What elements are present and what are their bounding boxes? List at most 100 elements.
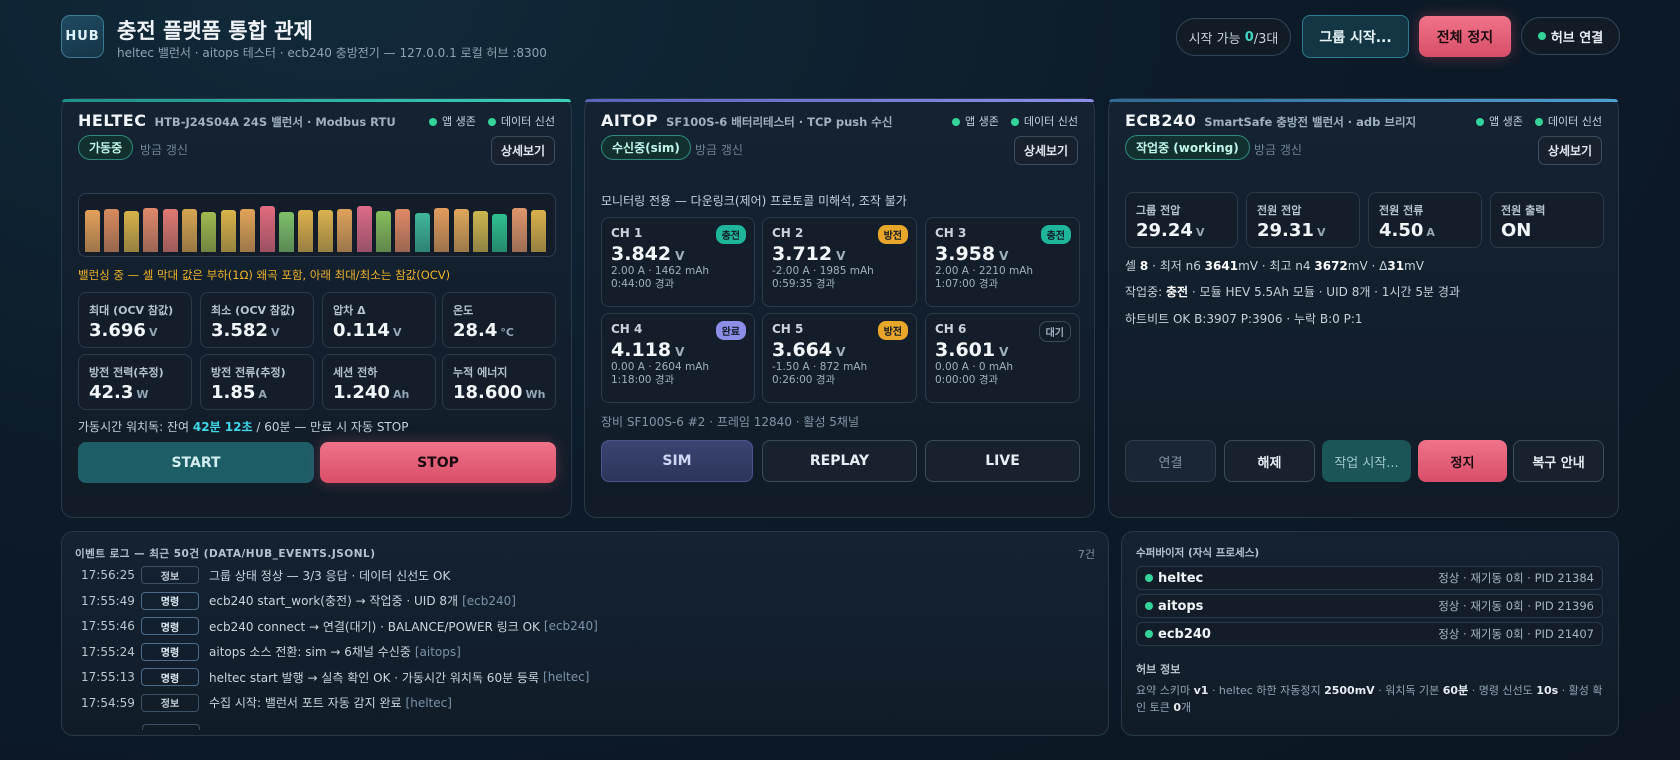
status-dot-icon (487, 118, 496, 126)
cell-bar-18 (414, 213, 430, 252)
log-row: 17:55:49 명령 ecb240 start_work(충전) → 작업중 · … (79, 591, 516, 611)
heltec-header: HELTEC HTB-J24S04A 24S 밸런서 · Modbus RTU (78, 111, 396, 130)
cell-bar-19 (434, 208, 450, 252)
ecb240-alive-status: 앱 생존 (1476, 113, 1523, 129)
log-row: 17:55:13 명령 heltec start 발행 → 실측 확인 OK · 가… (79, 667, 589, 687)
log-time: 17:55:24 (81, 644, 135, 659)
channel-status-badge: 방전 (877, 321, 908, 340)
ecb240-stat-supply-output: 전원 출력 ON (1490, 192, 1604, 248)
cell-bar-8 (220, 210, 236, 252)
channel-status-badge: 방전 (877, 225, 908, 244)
heltec-stop-button[interactable]: STOP (320, 442, 556, 483)
aitop-fresh-status: 데이터 신선 (1010, 113, 1078, 129)
supervisor-process-heltec: heltec 정상 · 재기동 0회 · PID 21384 (1136, 566, 1603, 590)
stop-all-button[interactable]: 전체 정지 (1419, 16, 1511, 57)
channel-voltage: 3.664 V (772, 339, 846, 361)
cell-bar-22 (492, 214, 508, 252)
aitop-replay-button[interactable]: REPLAY (762, 440, 917, 482)
aitop-channel-card-3: CH 3 충전 3.958 V 2.00 A · 2210 mAh 1:07:00 경과 (925, 217, 1080, 307)
cell-bar-23 (511, 208, 527, 252)
aitop-refresh-text: 방금 갱신 (695, 143, 743, 157)
aitop-name: AITOP (601, 111, 659, 130)
start-available-total: /3대 (1253, 31, 1279, 47)
heltec-refresh-text: 방금 갱신 (140, 143, 188, 157)
heltec-stat-charge: 세션 전하 1.240 Ah (322, 354, 436, 410)
log-source: [ecb240] (543, 619, 598, 633)
cell-bar-15 (356, 206, 372, 252)
ecb240-release-button[interactable]: 해제 (1224, 440, 1315, 482)
group-start-button[interactable]: 그룹 시작... (1302, 15, 1409, 58)
ecb240-recover-button[interactable]: 복구 안내 (1513, 440, 1604, 482)
channel-voltage: 3.842 V (611, 243, 685, 265)
cell-bar-3 (123, 211, 139, 252)
aitop-header: AITOP SF100S-6 배터리테스터 · TCP push 수신 (601, 111, 892, 130)
channel-voltage: 3.601 V (935, 339, 1009, 361)
cell-bar-12 (298, 210, 314, 252)
channel-voltage: 4.118 V (611, 339, 685, 361)
status-dot-icon (1010, 118, 1019, 126)
hub-connection-label: 허브 연결 (1550, 30, 1604, 46)
ecb240-work-line: 작업중: 충전 · 모듈 HEV 5.5Ah 모듈 · UID 8개 · 1시간… (1125, 285, 1460, 299)
channel-elapsed: 0:00:00 경과 (935, 374, 999, 386)
ecb240-connect-button[interactable]: 연결 (1125, 440, 1216, 482)
ecb240-stat-group-voltage: 그룹 전압 29.24 V (1125, 192, 1238, 248)
aitop-panel: AITOP SF100S-6 배터리테스터 · TCP push 수신 앱 생존 데… (584, 98, 1095, 518)
cell-bar-2 (104, 209, 120, 252)
heltec-start-button[interactable]: START (78, 442, 314, 483)
hub-info-title: 허브 정보 (1136, 663, 1181, 676)
log-kind-badge: 명령 (141, 617, 199, 635)
cell-bar-4 (143, 208, 159, 252)
ecb240-state-badge: 작업중 (working) (1125, 135, 1250, 160)
channel-status-badge: 완료 (715, 321, 746, 340)
channel-elapsed: 1:07:00 경과 (935, 278, 999, 290)
log-source: [ecb240] (462, 593, 516, 608)
log-source: [aitops] (414, 644, 461, 659)
log-message: heltec start 발행 → 실측 확인 OK · 가동시간 워치독 60… (209, 670, 540, 685)
hub-connection-badge[interactable]: 허브 연결 (1521, 17, 1620, 55)
heltec-detail-button[interactable]: 상세보기 (491, 136, 555, 165)
channel-elapsed: 1:18:00 경과 (611, 374, 675, 386)
channel-current-capacity: 0.00 A · 2604 mAh (611, 361, 710, 373)
channel-current-capacity: -2.00 A · 1985 mAh (772, 265, 874, 277)
aitop-detail-button[interactable]: 상세보기 (1014, 136, 1078, 165)
hub-logo: HUB (61, 15, 104, 58)
start-available-badge: 시작 가능 0/3대 (1176, 18, 1291, 56)
aitop-channel-card-1: CH 1 충전 3.842 V 2.00 A · 1462 mAh 0:44:00 경과 (601, 217, 755, 307)
log-time: 17:54:59 (81, 695, 135, 710)
log-source: [heltec] (543, 670, 590, 684)
log-message: aitops 소스 전환: sim → 6채널 수신중 (209, 645, 411, 659)
aitop-footer: 장비 SF100S-6 #2 · 프레임 12840 · 활성 5채널 (601, 415, 860, 429)
cell-bar-1 (85, 210, 100, 252)
channel-current-capacity: -1.50 A · 872 mAh (772, 361, 868, 373)
aitop-channel-card-4: CH 4 완료 4.118 V 0.00 A · 2604 mAh 1:18:00 경과 (601, 313, 755, 403)
log-kind-badge: 정보 (141, 693, 199, 712)
heltec-stat-power: 방전 전력(추정) 42.3 W (78, 354, 192, 410)
log-time: 17:55:13 (81, 670, 135, 684)
heltec-panel: HELTEC HTB-J24S04A 24S 밸런서 · Modbus RTU 앱… (61, 98, 572, 518)
event-log-count: 7건 (1077, 548, 1095, 561)
heltec-stat-delta: 압차 Δ 0.114 V (322, 292, 436, 348)
cell-bar-21 (473, 211, 488, 252)
channel-voltage: 3.958 V (935, 243, 1009, 265)
log-row: 17:55:46 명령 ecb240 connect → 연결(대기) · BALA… (79, 616, 598, 636)
supervisor-process-ecb240: ecb240 정상 · 재기동 0회 · PID 21407 (1136, 622, 1603, 646)
cell-bar-17 (395, 209, 411, 252)
supervisor-title: 수퍼바이저 (자식 프로세스) (1136, 547, 1260, 559)
supervisor-panel: 수퍼바이저 (자식 프로세스) heltec 정상 · 재기동 0회 · PID … (1121, 531, 1619, 736)
ecb240-start-work-button[interactable]: 작업 시작... (1322, 440, 1411, 482)
log-row: 17:55:24 명령 aitops 소스 전환: sim → 6채널 수신중 [ai… (79, 642, 461, 662)
log-message: ecb240 connect → 연결(대기) · BALANCE/POWER … (209, 619, 540, 634)
ecb240-stop-button[interactable]: 정지 (1418, 440, 1507, 482)
ecb240-stat-supply-voltage: 전원 전압 29.31 V (1246, 192, 1360, 248)
ecb240-detail-button[interactable]: 상세보기 (1538, 136, 1602, 165)
heltec-stat-current: 방전 전류(추정) 1.85 A (200, 354, 314, 410)
aitop-sim-button[interactable]: SIM (601, 440, 753, 482)
log-time: 17:55:46 (81, 619, 135, 633)
heltec-stat-min: 최소 (OCV 참값) 3.582 V (200, 292, 314, 348)
log-message: 수집 시작: 밸런서 포트 자동 감지 완료 (209, 696, 402, 710)
log-source: [heltec] (405, 695, 452, 710)
aitop-live-button[interactable]: LIVE (925, 440, 1080, 482)
channel-status-badge: 충전 (1040, 225, 1071, 244)
channel-status-badge: 대기 (1038, 321, 1071, 342)
log-message: ecb240 start_work(충전) → 작업중 · UID 8개 (209, 594, 459, 608)
